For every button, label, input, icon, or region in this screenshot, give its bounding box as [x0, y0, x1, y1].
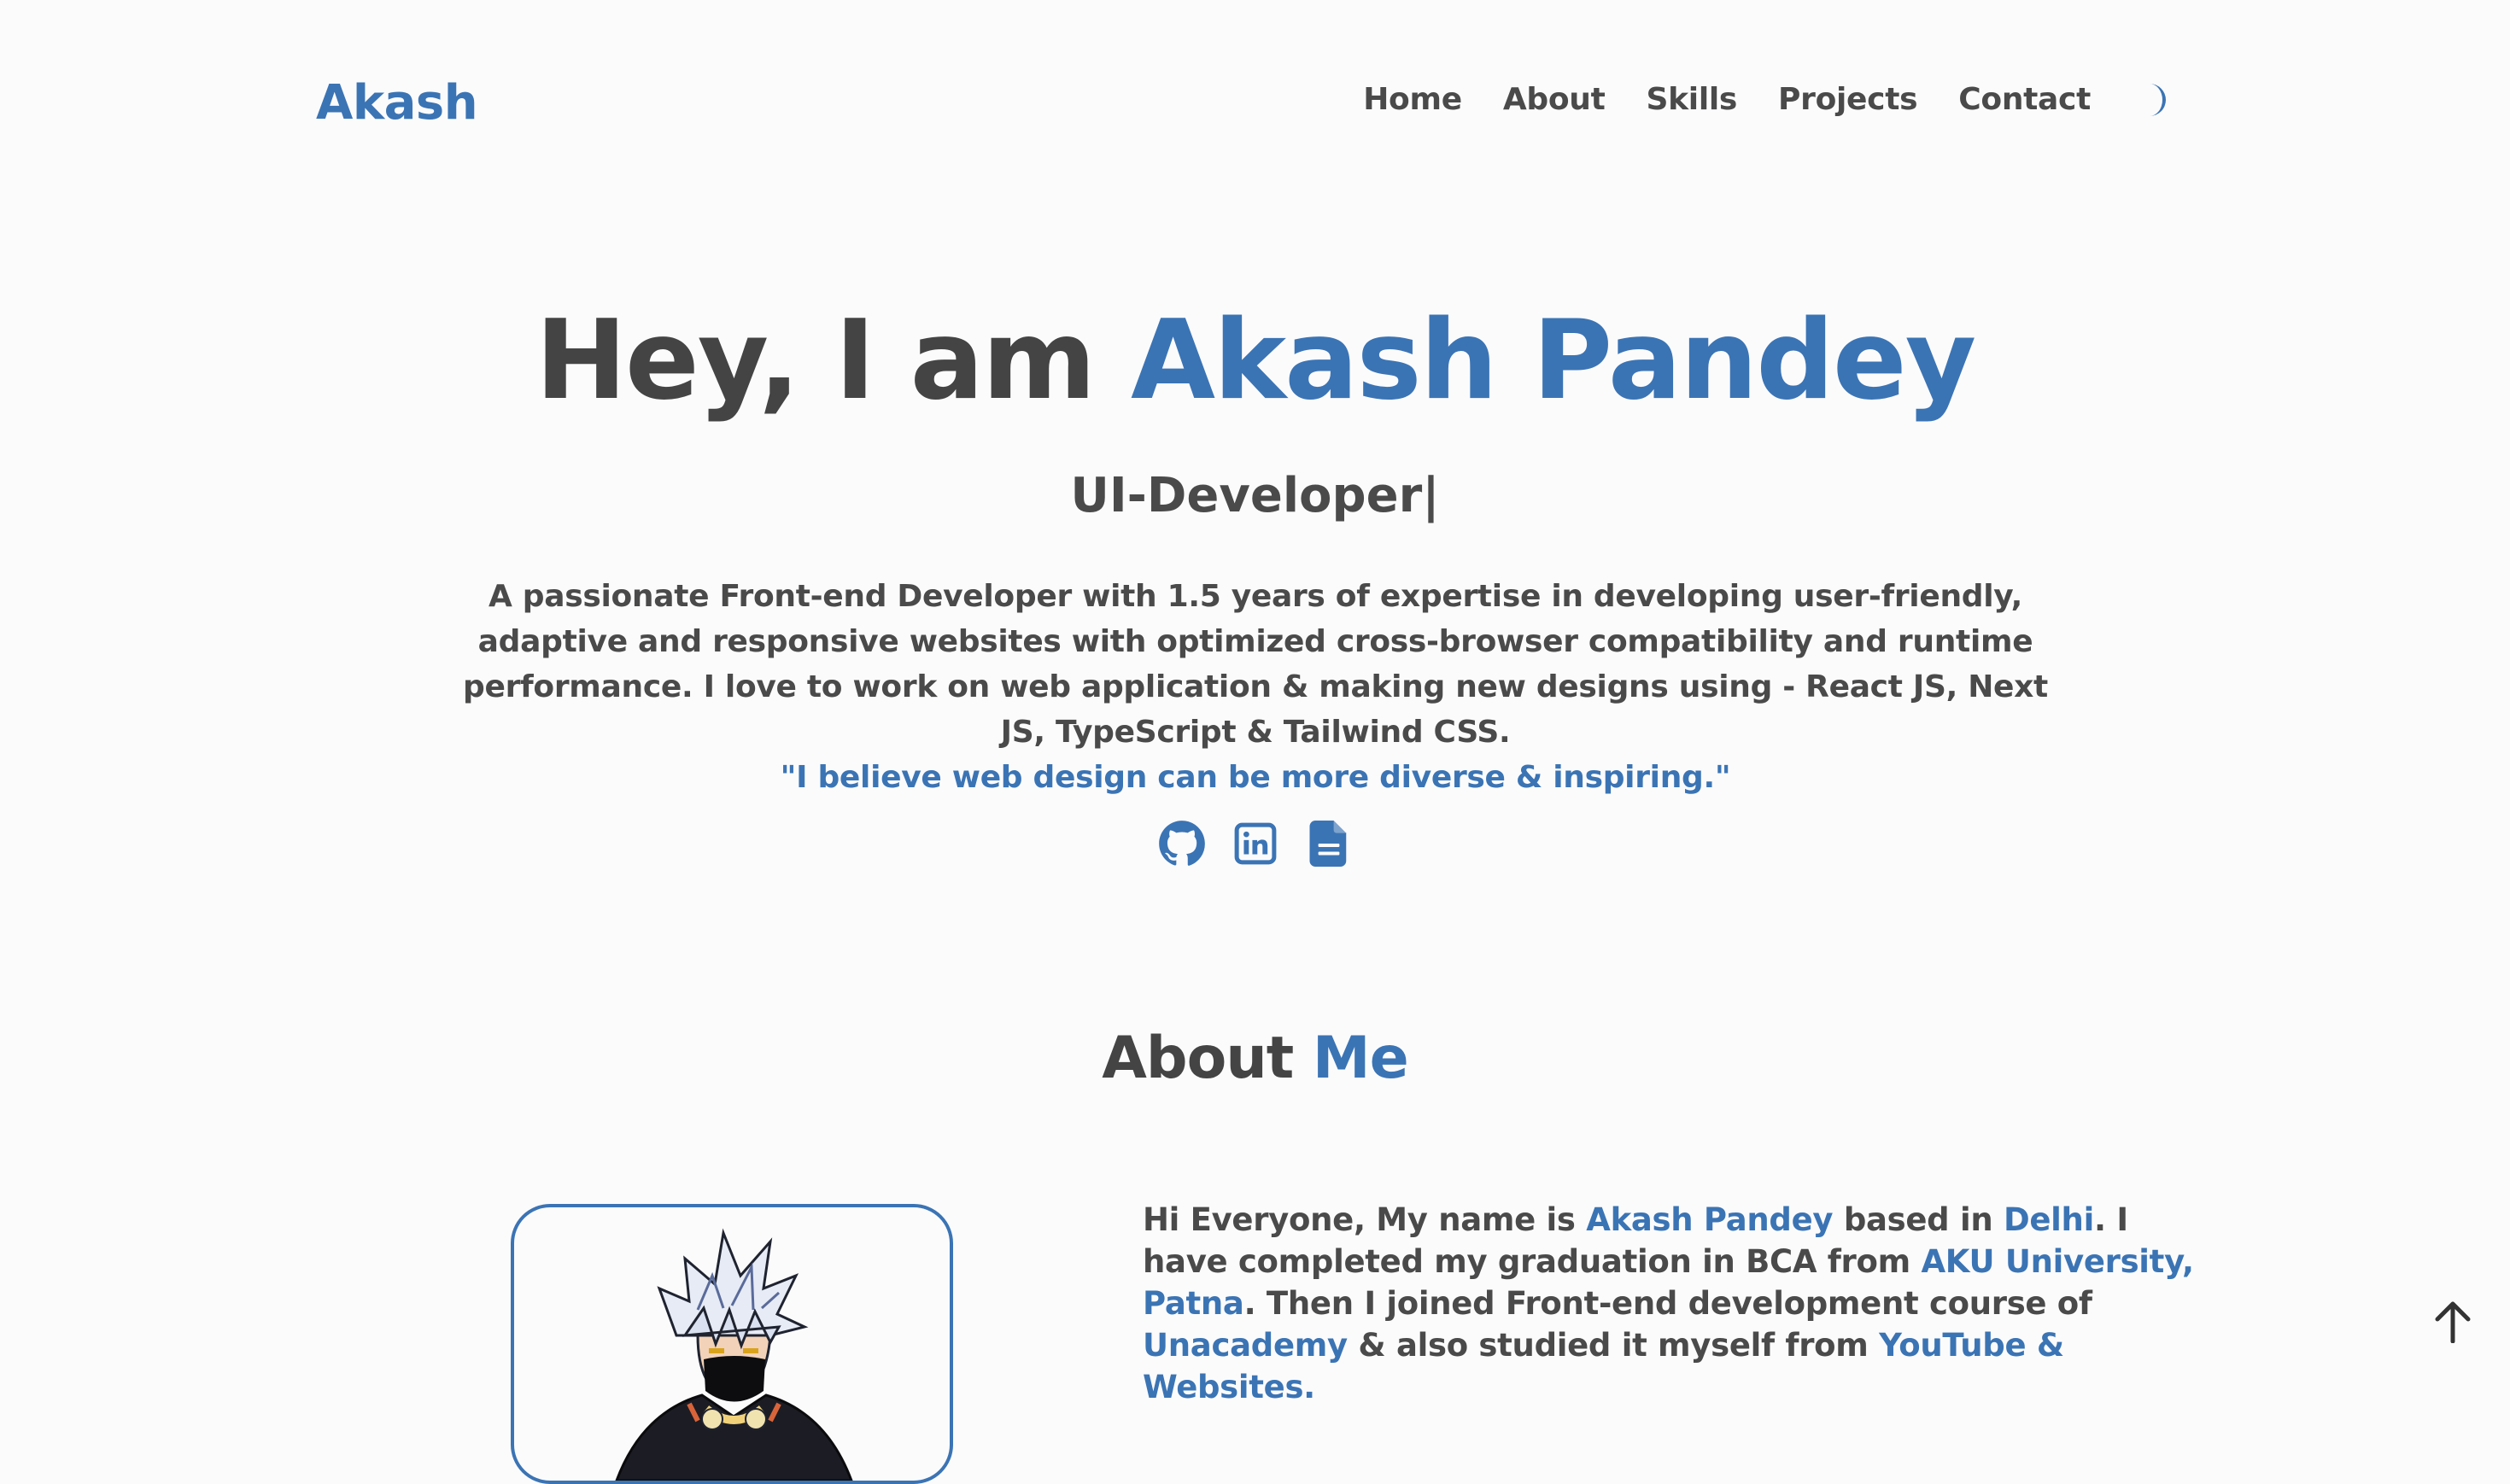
resume-document-icon[interactable]: [1305, 820, 1353, 868]
about-paragraph: Hi Everyone, My name is Akash Pandey bas…: [1143, 1199, 2210, 1408]
nav-link-skills[interactable]: Skills: [1647, 82, 1738, 117]
hero-description: A passionate Front-end Developer with 1.…: [463, 579, 2048, 750]
about-title-accent: Me: [1312, 1025, 1409, 1092]
arrow-up-icon[interactable]: [2431, 1300, 2475, 1344]
hero-quote: "I believe web design can be more divers…: [780, 760, 1731, 795]
nav-link-projects[interactable]: Projects: [1778, 82, 1918, 117]
nav-link-home[interactable]: Home: [1363, 82, 1462, 117]
avatar: [615, 1228, 853, 1481]
about-title: About Me: [0, 1025, 2510, 1092]
about-course: Unacademy: [1143, 1327, 1348, 1364]
moon-icon[interactable]: [2138, 83, 2173, 117]
hero-role: UI-Developer|: [1070, 468, 1440, 523]
about-text-5: & also studied it myself from: [1347, 1327, 1880, 1364]
about-text-4: . Then I joined Front-end development co…: [1243, 1285, 2092, 1322]
about-city: Delhi: [2003, 1201, 2094, 1238]
nav-links: Home About Skills Projects Contact: [1363, 82, 2173, 117]
hero-description-block: A passionate Front-end Developer with 1.…: [444, 574, 2067, 800]
about-title-plain: About: [1102, 1025, 1313, 1092]
site-logo[interactable]: Akash: [316, 75, 478, 131]
about-text-1: Hi Everyone, My name is: [1143, 1201, 1587, 1238]
about-text-2: based in: [1833, 1201, 2004, 1238]
avatar-card: [511, 1204, 953, 1484]
hero-name: Akash Pandey: [1130, 297, 1976, 424]
hero-greeting: Hey, I am: [535, 297, 1131, 424]
social-links: [0, 820, 2510, 868]
about-name: Akash Pandey: [1586, 1201, 1834, 1238]
navbar: Akash Home About Skills Projects Contact: [0, 0, 2510, 213]
nav-link-contact[interactable]: Contact: [1958, 82, 2091, 117]
github-icon[interactable]: [1158, 820, 1206, 868]
hero-title: Hey, I am Akash Pandey: [0, 297, 2510, 424]
linkedin-icon[interactable]: [1232, 820, 1279, 868]
nav-link-about[interactable]: About: [1503, 82, 1606, 117]
